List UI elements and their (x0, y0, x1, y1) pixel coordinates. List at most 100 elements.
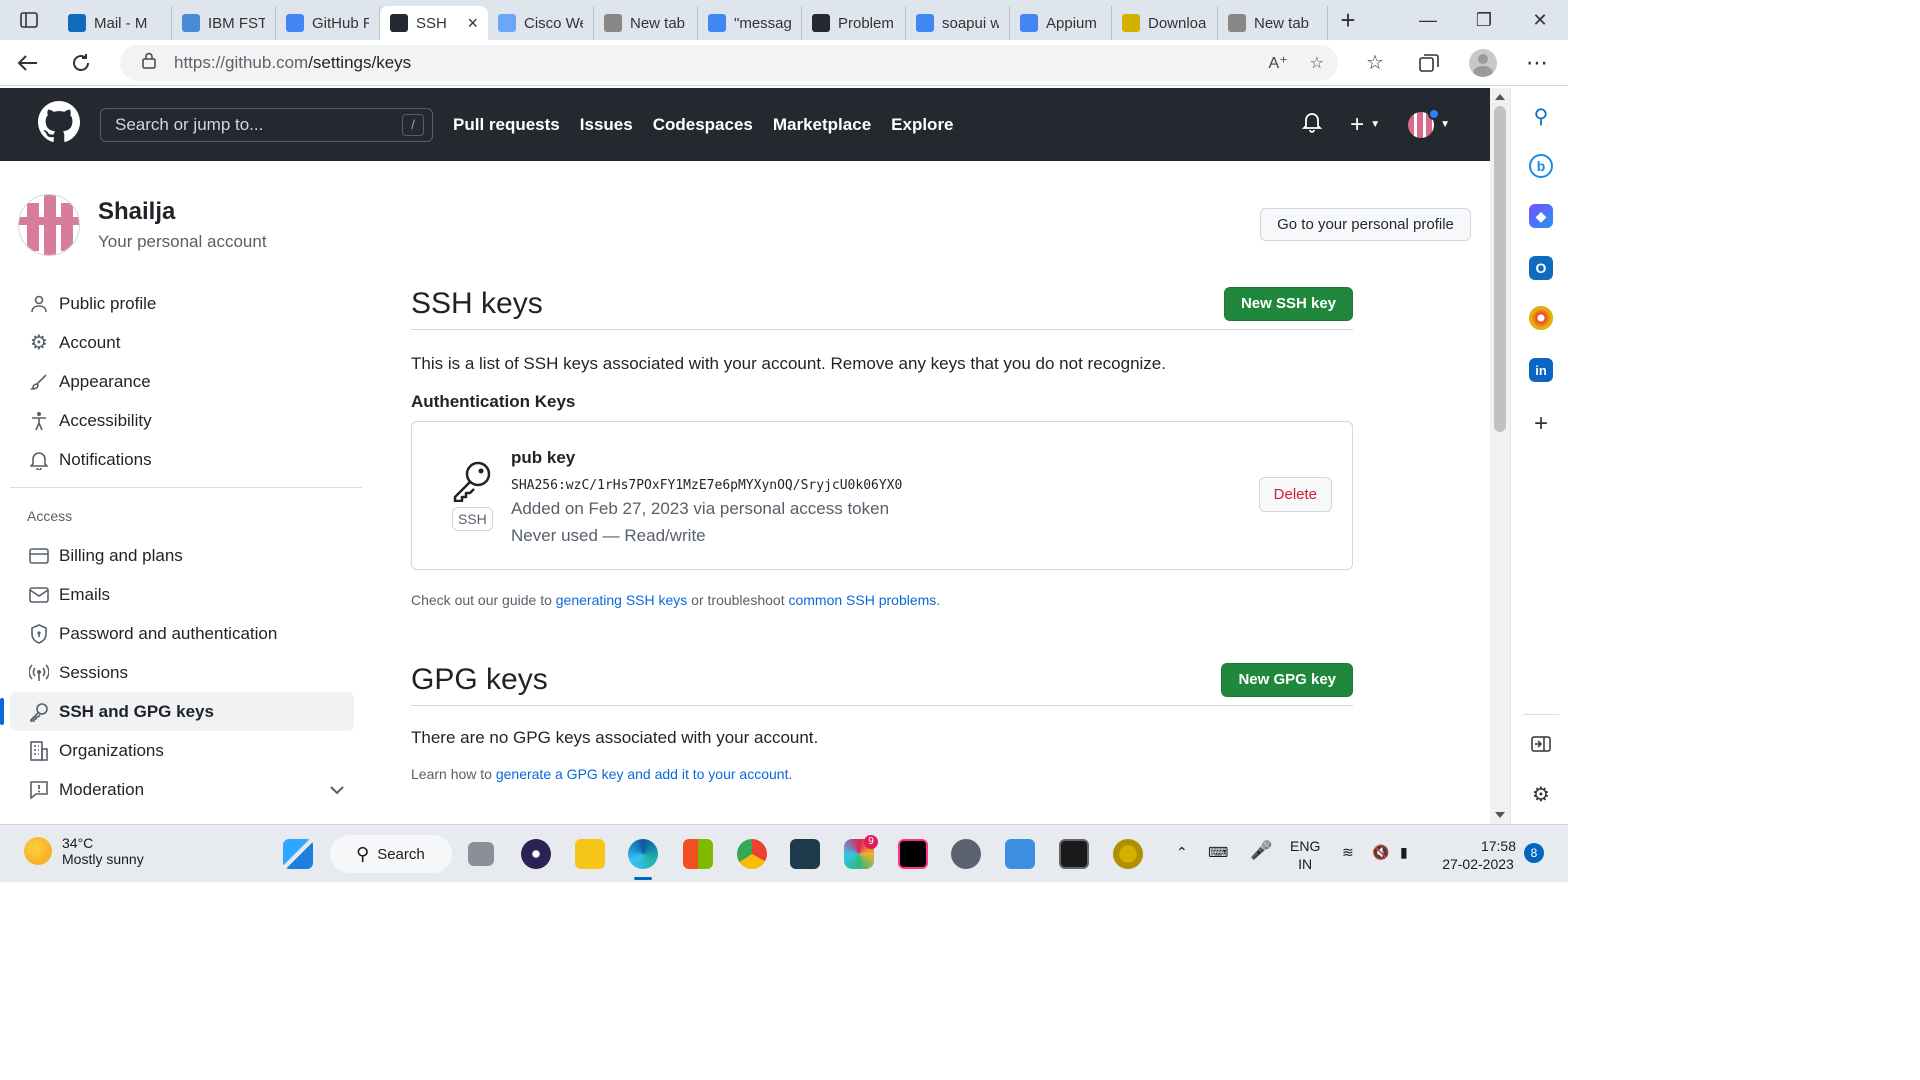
battery-icon[interactable]: ▮ (1400, 843, 1408, 861)
sidebar-item-password-and-authentication[interactable]: Password and authentication (10, 614, 354, 653)
terminal-icon[interactable] (1059, 839, 1089, 869)
sidebar-settings-gear-icon[interactable]: ⚙ (1529, 782, 1553, 806)
browser-tab[interactable]: New tab (1218, 6, 1328, 40)
task-view-icon[interactable] (468, 842, 494, 866)
microsoft-store-icon[interactable] (683, 839, 713, 869)
scroll-down-arrow[interactable] (1495, 812, 1505, 818)
header-nav-issues[interactable]: Issues (580, 115, 633, 135)
m365-icon[interactable]: ◆ (1529, 204, 1553, 228)
create-new-button[interactable]: + ▼ (1350, 111, 1380, 139)
header-nav-marketplace[interactable]: Marketplace (773, 115, 871, 135)
clock[interactable]: 17:58 27-02-2023 (1438, 837, 1518, 873)
browser-tab[interactable]: Mail - M (58, 6, 172, 40)
taskbar-search[interactable]: ⚲ Search (330, 835, 452, 873)
generating-ssh-keys-link[interactable]: generating SSH keys (556, 592, 688, 608)
browser-tab[interactable]: Problem: (802, 6, 906, 40)
sidebar-item-appearance[interactable]: Appearance (10, 362, 354, 401)
browser-tab[interactable]: SSH × (380, 6, 488, 40)
hide-sidebar-icon[interactable] (1529, 732, 1553, 756)
settings-gear-icon[interactable] (951, 839, 981, 869)
user-menu-button[interactable]: ▼ (1408, 107, 1450, 138)
header-nav-pull-requests[interactable]: Pull requests (453, 115, 560, 135)
close-tab-icon[interactable]: × (467, 13, 478, 34)
tab-actions-button[interactable] (0, 0, 58, 40)
weather-widget[interactable]: 34°C Mostly sunny (24, 835, 144, 867)
new-gpg-key-button[interactable]: New GPG key (1221, 662, 1353, 697)
add-sidebar-app-icon[interactable]: + (1529, 410, 1553, 437)
browser-tab[interactable]: soapui w (906, 6, 1010, 40)
scroll-up-arrow[interactable] (1495, 94, 1505, 100)
common-ssh-problems-link[interactable]: common SSH problems (788, 592, 936, 608)
sidebar-item-emails[interactable]: Emails (10, 575, 354, 614)
new-tab-button[interactable]: + (1328, 5, 1368, 36)
github-search-input[interactable]: Search or jump to... / (100, 107, 433, 142)
browser-tab[interactable]: New tab (594, 6, 698, 40)
refresh-button[interactable] (54, 40, 108, 86)
notepad-icon[interactable] (1005, 839, 1035, 869)
account-username[interactable]: Shailja (98, 198, 267, 226)
browser-tab[interactable]: "messag (698, 6, 802, 40)
linkedin-icon[interactable]: in (1529, 358, 1553, 382)
volume-muted-icon[interactable]: 🔇 (1372, 843, 1389, 861)
browser-tab[interactable]: Cisco We (488, 6, 594, 40)
edge-search-icon[interactable]: ⚲ (1529, 104, 1553, 128)
eclipse-icon[interactable] (521, 839, 551, 869)
header-nav-codespaces[interactable]: Codespaces (653, 115, 753, 135)
github-logo-icon[interactable] (38, 101, 80, 148)
app-icon[interactable] (790, 839, 820, 869)
sidebar-item-sessions[interactable]: Sessions (10, 653, 354, 692)
favorites-button[interactable]: ☆ (1348, 40, 1402, 86)
restore-button[interactable]: ❐ (1456, 10, 1512, 31)
notification-count-badge[interactable]: 8 (1524, 843, 1544, 863)
show-hidden-icons-chevron-icon[interactable]: ⌃ (1176, 843, 1188, 861)
browser-profile-button[interactable] (1456, 40, 1510, 86)
account-avatar[interactable] (18, 194, 80, 256)
browser-tab-strip: Mail - M IBM FST GitHub R SSH × Cisco We New t… (0, 0, 1568, 40)
generate-gpg-key-link[interactable]: generate a GPG key and add it to your ac… (496, 766, 789, 782)
start-button-icon[interactable] (283, 839, 313, 869)
address-bar[interactable]: https://github.com/settings/keys A⁺ ☆ (120, 44, 1338, 81)
sidebar-item-ssh-and-gpg-keys[interactable]: SSH and GPG keys (0, 692, 354, 731)
add-favorite-icon[interactable]: ☆ (1310, 53, 1324, 73)
edge-browser-icon[interactable] (628, 839, 658, 869)
outlook-icon[interactable]: O (1529, 256, 1553, 280)
browser-tab[interactable]: Downloa (1112, 6, 1218, 40)
intellij-icon[interactable] (898, 839, 928, 869)
sidebar-item-moderation[interactable]: Moderation (10, 770, 354, 809)
notifications-bell-icon[interactable] (1301, 111, 1323, 138)
wifi-icon[interactable]: ≋ (1342, 843, 1354, 861)
go-to-profile-button[interactable]: Go to your personal profile (1260, 208, 1471, 241)
browser-tab[interactable]: IBM FST (172, 6, 276, 40)
sidebar-item-public-profile[interactable]: Public profile (10, 284, 354, 323)
sidebar-item-account[interactable]: ⚙ Account (10, 323, 354, 362)
ssh-keys-title: SSH keys (411, 286, 543, 320)
sidebar-item-label: Public profile (59, 293, 157, 313)
chrome-icon[interactable] (737, 839, 767, 869)
settings-more-button[interactable]: ⋯ (1510, 50, 1564, 76)
browser-tab[interactable]: Appium (1010, 6, 1112, 40)
file-explorer-icon[interactable] (575, 839, 605, 869)
close-window-button[interactable]: ✕ (1512, 10, 1568, 31)
browser-tab[interactable]: GitHub R (276, 6, 380, 40)
delete-ssh-key-button[interactable]: Delete (1258, 477, 1332, 512)
bing-icon[interactable]: b (1529, 154, 1553, 178)
input-language-indicator[interactable]: ENG IN (1290, 837, 1320, 873)
scrollbar-thumb[interactable] (1494, 106, 1506, 432)
back-button[interactable] (0, 40, 54, 86)
header-nav-explore[interactable]: Explore (891, 115, 953, 135)
sidebar-item-notifications[interactable]: Notifications (10, 440, 354, 479)
app-icon[interactable] (1113, 839, 1143, 869)
collections-button[interactable] (1402, 40, 1456, 86)
chevron-down-icon[interactable] (330, 780, 344, 800)
sidebar-item-billing-and-plans[interactable]: Billing and plans (10, 536, 354, 575)
sidebar-item-organizations[interactable]: Organizations (10, 731, 354, 770)
page-scrollbar[interactable] (1490, 88, 1510, 824)
keyboard-icon[interactable]: ⌨ (1208, 843, 1228, 861)
microphone-icon[interactable]: 🎤 (1250, 841, 1272, 859)
minimize-button[interactable]: — (1400, 10, 1456, 31)
read-aloud-icon[interactable]: A⁺ (1269, 53, 1288, 73)
games-icon[interactable] (1529, 306, 1553, 330)
new-ssh-key-button[interactable]: New SSH key (1223, 286, 1353, 321)
ssh-key-name: pub key (511, 448, 576, 467)
sidebar-item-accessibility[interactable]: Accessibility (10, 401, 354, 440)
